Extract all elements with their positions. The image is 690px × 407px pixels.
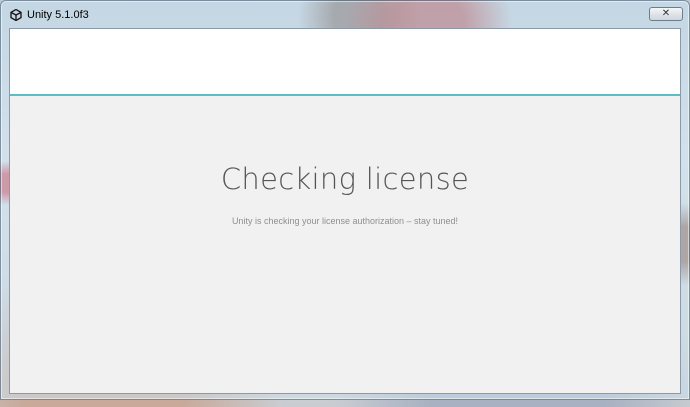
unity-logo-icon — [10, 9, 22, 21]
close-button[interactable]: ✕ — [649, 7, 683, 21]
unity-license-window: Unity 5.1.0f3 ✕ Checking license Unity i… — [0, 0, 690, 400]
client-area: Checking license Unity is checking your … — [9, 28, 681, 394]
title-bar[interactable]: Unity 5.1.0f3 ✕ — [1, 1, 689, 27]
close-icon: ✕ — [661, 8, 671, 19]
page-title: Checking license — [220, 162, 470, 196]
header-panel — [10, 29, 680, 96]
status-message: Unity is checking your license authoriza… — [231, 216, 459, 226]
window-title: Unity 5.1.0f3 — [27, 9, 89, 21]
